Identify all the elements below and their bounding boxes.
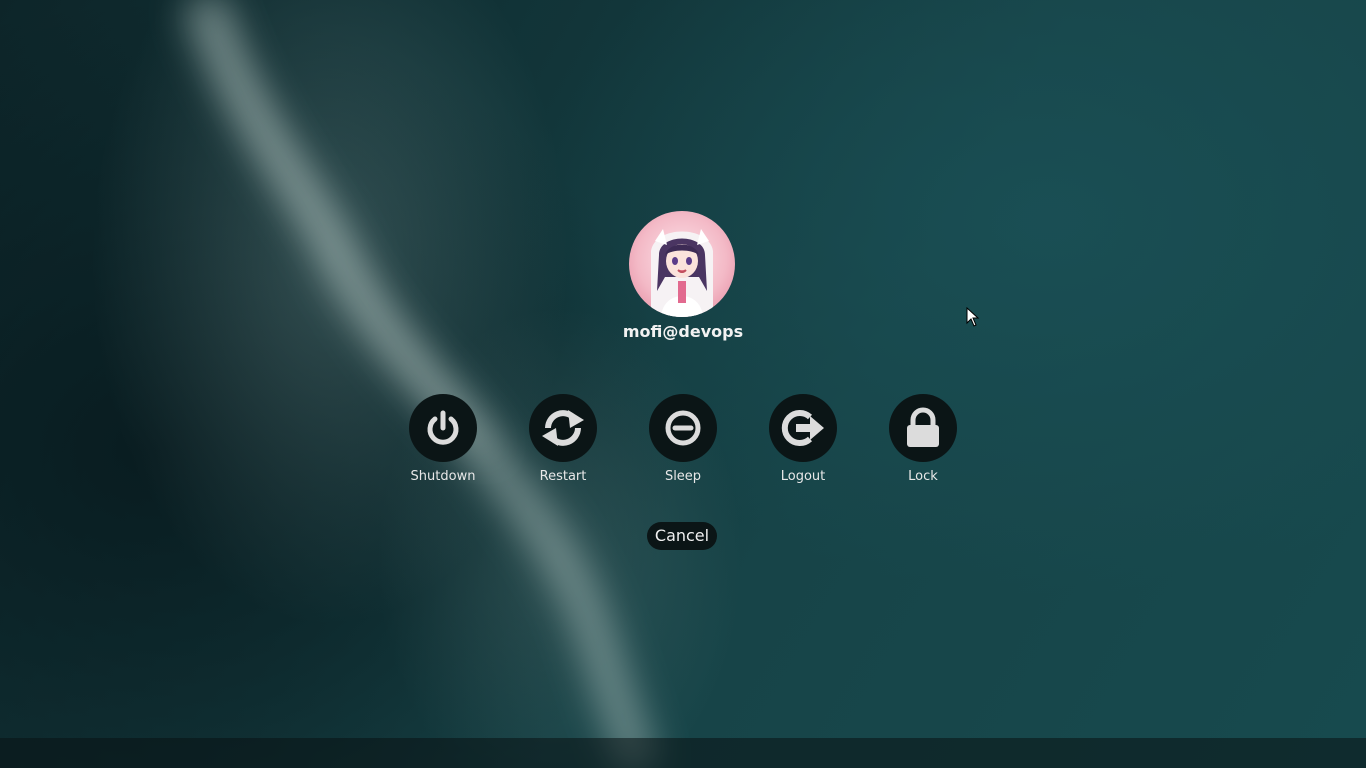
logout-circle[interactable]: [769, 394, 837, 462]
sleep-icon: [665, 410, 701, 446]
cancel-button[interactable]: Cancel: [647, 522, 717, 550]
restart-icon: [542, 410, 584, 446]
lock-label: Lock: [908, 469, 938, 484]
restart-label: Restart: [539, 469, 587, 484]
sleep-label: Sleep: [664, 469, 702, 484]
sleep-button[interactable]: Sleep: [633, 394, 733, 486]
power-icon: [427, 410, 459, 445]
sleep-circle[interactable]: [649, 394, 717, 462]
mouse-cursor-icon: [966, 307, 980, 327]
user-avatar: [629, 211, 735, 317]
logout-dialog: mofi@devops Shutdown Restart Sleep Logou…: [0, 0, 1366, 768]
shutdown-button[interactable]: Shutdown: [393, 394, 493, 486]
logout-button[interactable]: Logout: [753, 394, 853, 486]
restart-button[interactable]: Restart: [513, 394, 613, 486]
shutdown-circle[interactable]: [409, 394, 477, 462]
shutdown-label: Shutdown: [410, 469, 476, 484]
lock-circle[interactable]: [889, 394, 957, 462]
restart-circle[interactable]: [529, 394, 597, 462]
lock-button[interactable]: Lock: [873, 394, 973, 486]
logout-label: Logout: [780, 469, 826, 484]
logout-icon: [781, 410, 824, 446]
lock-icon: [907, 407, 939, 447]
desktop-background: mofi@devops Shutdown Restart Sleep Logou…: [0, 0, 1366, 768]
username-label: mofi@devops: [622, 322, 744, 341]
